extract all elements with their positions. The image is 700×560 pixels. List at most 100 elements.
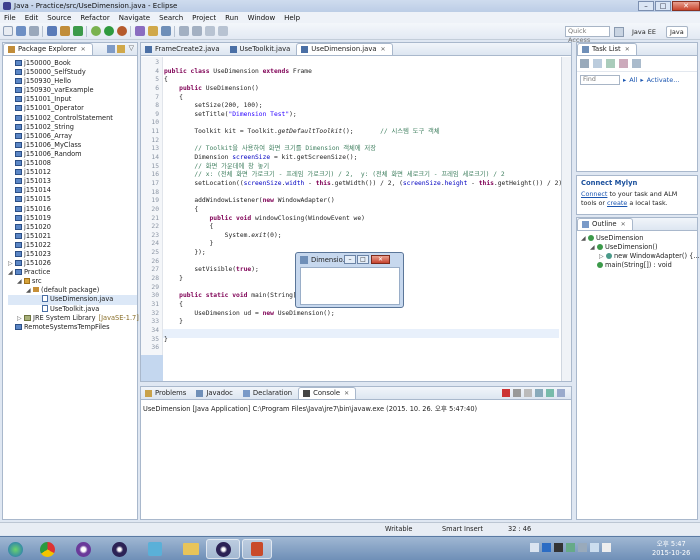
tree-item[interactable]: ◢ src <box>8 277 137 286</box>
volume-icon[interactable] <box>590 543 599 552</box>
dimension-test-window[interactable]: Dimensio... – □ ✕ <box>295 252 404 308</box>
maximize-button[interactable]: □ <box>655 1 671 11</box>
tree-item[interactable]: j150930_varExample <box>8 86 137 95</box>
code-line[interactable]: 11 Toolkit kit = Toolkit.getDefaultToolk… <box>141 128 561 137</box>
tree-item[interactable]: j151015 <box>8 195 137 204</box>
tree-item[interactable]: j151019 <box>8 214 137 223</box>
editor-tab[interactable]: UseToolkit.java <box>226 43 297 55</box>
code-line[interactable]: 14 Dimension screenSize = kit.getScreenS… <box>141 154 561 163</box>
outline-item[interactable]: main(String[]) : void <box>581 261 697 270</box>
new-task-icon[interactable] <box>580 59 589 68</box>
menu-search[interactable]: Search <box>159 14 183 22</box>
minimize-button[interactable]: – <box>638 1 654 11</box>
focus-icon[interactable] <box>632 59 641 68</box>
code-line[interactable]: 24 } <box>141 240 561 249</box>
tree-item[interactable]: j151013 <box>8 177 137 186</box>
code-line[interactable]: 13 // Toolkit을 사용하여 화면 크기를 Dimension 객체에… <box>141 145 561 154</box>
network-icon[interactable] <box>578 543 587 552</box>
terminate-icon[interactable] <box>502 389 510 397</box>
tree-item[interactable]: j151002_String <box>8 123 137 132</box>
code-line[interactable]: 32 UseDimension ud = new UseDimension(); <box>141 310 561 319</box>
outline-item[interactable]: ▷ new WindowAdapter() {...} <box>581 252 700 261</box>
code-line[interactable]: 6 public UseDimension() <box>141 85 561 94</box>
previous-annotation-icon[interactable] <box>192 26 202 36</box>
tree-item[interactable]: j150000_SelfStudy <box>8 68 137 77</box>
tray-icon[interactable] <box>566 543 575 552</box>
dialog-maximize-button[interactable]: □ <box>357 255 369 264</box>
expand-arrow-icon[interactable]: ◢ <box>26 286 33 295</box>
tree-item[interactable]: ◢ (default package) <box>8 286 137 295</box>
tree-item[interactable]: j151012 <box>8 168 137 177</box>
all-link[interactable]: All <box>629 76 637 84</box>
new-class-icon[interactable] <box>73 26 83 36</box>
tree-item[interactable]: j151006_Random <box>8 150 137 159</box>
clear-console-icon[interactable] <box>524 389 532 397</box>
close-icon[interactable]: ✕ <box>81 44 86 55</box>
activate-link[interactable]: Activate... <box>647 76 680 84</box>
expand-arrow-icon[interactable]: ◢ <box>8 268 15 277</box>
external-tools-icon[interactable] <box>117 26 127 36</box>
menu-edit[interactable]: Edit <box>25 14 39 22</box>
new-package-icon[interactable] <box>60 26 70 36</box>
menu-navigate[interactable]: Navigate <box>119 14 150 22</box>
run-icon[interactable] <box>104 26 114 36</box>
tab-javadoc[interactable]: Javadoc <box>192 387 239 399</box>
code-line[interactable]: 5{ <box>141 76 561 85</box>
menu-window[interactable]: Window <box>248 14 276 22</box>
new-java-project-icon[interactable] <box>47 26 57 36</box>
code-line[interactable]: 22 { <box>141 223 561 232</box>
tab-problems[interactable]: Problems <box>141 387 192 399</box>
tree-item[interactable]: UseDimension.java <box>8 295 137 305</box>
save-icon[interactable] <box>16 26 26 36</box>
taskbar-eclipse[interactable] <box>104 539 134 559</box>
tree-item[interactable]: j151001_Input <box>8 95 137 104</box>
system-clock[interactable]: 오후 5:47 2015-10-26 <box>652 540 690 557</box>
forward-icon[interactable] <box>218 26 228 36</box>
perspective-java-ee[interactable]: Java EE <box>628 26 660 38</box>
code-line[interactable]: 17 setLocation((screenSize.width - this.… <box>141 180 566 189</box>
tab-declaration[interactable]: Declaration <box>239 387 298 399</box>
code-line[interactable]: 16 // x: (전체 화면 가로크기 - 프레임 가로크기) / 2, y:… <box>141 171 561 180</box>
tree-item[interactable]: ◢ Practice <box>8 268 137 277</box>
code-line[interactable]: 20 { <box>141 206 561 215</box>
menu-source[interactable]: Source <box>47 14 71 22</box>
perspective-java[interactable]: Java <box>666 26 688 38</box>
print-icon[interactable] <box>29 26 39 36</box>
view-menu-icon[interactable]: ▽ <box>129 44 134 52</box>
link-with-editor-icon[interactable] <box>117 45 125 53</box>
tree-item[interactable]: UseToolkit.java <box>8 304 137 314</box>
taskbar-eclipse-active[interactable] <box>206 539 240 559</box>
outline-item[interactable]: ◢ UseDimension <box>581 234 697 243</box>
find-input[interactable]: Find <box>580 75 620 85</box>
taskbar-java-app[interactable] <box>242 539 272 559</box>
tree-item[interactable]: j151014 <box>8 186 137 195</box>
tree-item[interactable]: j151021 <box>8 232 137 241</box>
tray-icon[interactable] <box>554 543 563 552</box>
close-icon[interactable]: ✕ <box>381 44 386 55</box>
code-line[interactable]: 19 addWindowListener(new WindowAdapter() <box>141 197 561 206</box>
tree-item[interactable]: j151006_Array <box>8 132 137 141</box>
tab-task-list[interactable]: Task List ✕ <box>577 43 637 55</box>
tree-item[interactable]: j151016 <box>8 205 137 214</box>
display-console-icon[interactable] <box>557 389 565 397</box>
debug-icon[interactable] <box>91 26 101 36</box>
menu-help[interactable]: Help <box>284 14 300 22</box>
tree-item[interactable]: ▷ JRE System Library [JavaSE-1.7] <box>8 314 139 323</box>
tree-item[interactable]: j151001_Operator <box>8 104 137 113</box>
remove-launch-icon[interactable] <box>513 389 521 397</box>
start-button[interactable] <box>2 539 28 559</box>
code-line[interactable]: 9 setTitle("Dimension Test"); <box>141 111 561 120</box>
menu-run[interactable]: Run <box>225 14 238 22</box>
collapse-all-icon[interactable] <box>107 45 115 53</box>
taskbar-explorer[interactable] <box>176 539 206 559</box>
code-line[interactable]: 23 System.exit(0); <box>141 232 561 241</box>
code-line[interactable]: 33 } <box>141 318 561 327</box>
scroll-lock-icon[interactable] <box>535 389 543 397</box>
filter-icon[interactable] <box>606 59 615 68</box>
editor-tab[interactable]: UseDimension.java ✕ <box>296 43 393 55</box>
code-line[interactable]: 35} <box>141 336 561 345</box>
code-line[interactable]: 36 <box>141 344 561 353</box>
tree-item[interactable]: j151022 <box>8 241 137 250</box>
expand-arrow-icon[interactable]: ◢ <box>590 243 597 252</box>
close-icon[interactable]: ✕ <box>621 219 626 230</box>
